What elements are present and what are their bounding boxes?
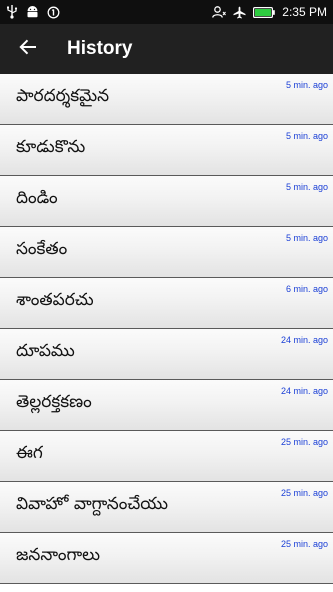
app-bar: History [0, 24, 333, 74]
arrow-back-icon [19, 39, 37, 59]
battery-icon [253, 6, 276, 18]
history-row[interactable]: దిండిం 5 min. ago [0, 176, 333, 227]
history-row[interactable]: జననాంగాలు 25 min. ago [0, 533, 333, 584]
history-row[interactable]: ఈగ 25 min. ago [0, 431, 333, 482]
history-word: శాంతపరచు [16, 290, 94, 310]
history-word: సంకేతం [16, 239, 68, 259]
history-row[interactable]: తెల్లరక్తకణం 24 min. ago [0, 380, 333, 431]
status-bar: 2:35 PM [0, 0, 333, 24]
history-word: ఈగ [16, 443, 43, 463]
data-saver-icon [47, 6, 60, 19]
status-right: 2:35 PM [212, 5, 327, 19]
history-timestamp: 5 min. ago [285, 233, 328, 243]
history-timestamp: 5 min. ago [285, 80, 328, 90]
history-row[interactable]: వివాహో వాగ్దానంచేయు 25 min. ago [0, 482, 333, 533]
history-row[interactable]: పారదర్శకమైన 5 min. ago [0, 74, 333, 125]
history-timestamp: 25 min. ago [280, 539, 328, 549]
history-timestamp: 24 min. ago [280, 386, 328, 396]
status-time: 2:35 PM [282, 5, 327, 19]
history-timestamp: 5 min. ago [285, 131, 328, 141]
history-row[interactable]: శాంతపరచు 6 min. ago [0, 278, 333, 329]
history-timestamp: 24 min. ago [280, 335, 328, 345]
history-row[interactable]: కూడుకొను 5 min. ago [0, 125, 333, 176]
status-left [6, 5, 60, 19]
airplane-icon [233, 6, 246, 19]
history-word: జననాంగాలు [16, 545, 101, 565]
page-title: History [67, 38, 133, 59]
android-icon [26, 6, 39, 18]
back-button[interactable] [0, 24, 56, 74]
history-row[interactable]: సంకేతం 5 min. ago [0, 227, 333, 278]
history-word: దూపము [16, 341, 75, 361]
history-timestamp: 6 min. ago [285, 284, 328, 294]
history-word: వివాహో వాగ్దానంచేయు [16, 494, 168, 514]
person-icon [212, 6, 227, 18]
history-timestamp: 5 min. ago [285, 182, 328, 192]
history-list[interactable]: పారదర్శకమైన 5 min. ago కూడుకొను 5 min. ago ద… [0, 74, 333, 592]
history-word: తెల్లరక్తకణం [16, 392, 92, 412]
history-word: పారదర్శకమైన [16, 86, 110, 106]
usb-icon [6, 5, 18, 19]
history-timestamp: 25 min. ago [280, 488, 328, 498]
history-row[interactable]: దూపము 24 min. ago [0, 329, 333, 380]
history-timestamp: 25 min. ago [280, 437, 328, 447]
history-word: కూడుకొను [16, 137, 86, 157]
history-word: దిండిం [16, 188, 58, 208]
